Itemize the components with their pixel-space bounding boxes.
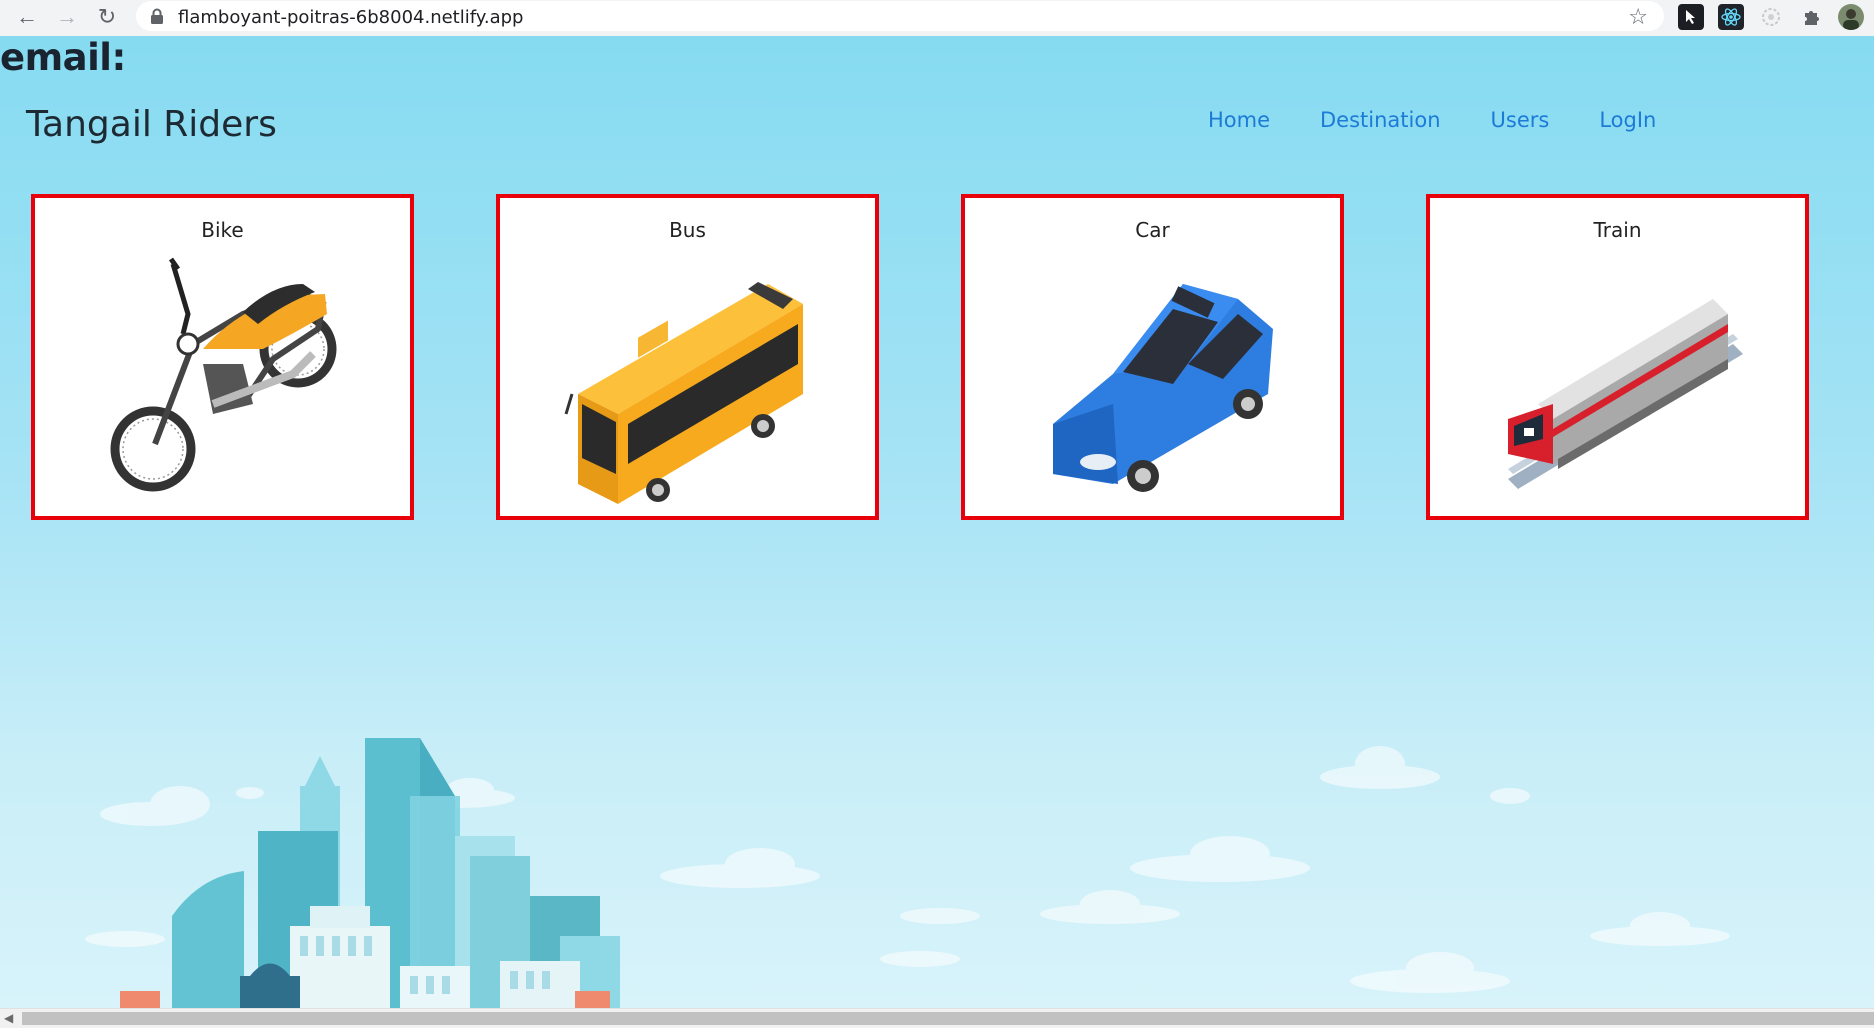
vehicle-card-bus[interactable]: Bus — [496, 194, 879, 520]
nav-home-link[interactable]: Home — [1208, 108, 1270, 132]
back-arrow-icon[interactable]: ← — [12, 2, 42, 32]
horizontal-scrollbar[interactable]: ◀ — [0, 1008, 1874, 1028]
train-icon — [1507, 299, 1743, 489]
top-nav: Home Destination Users LogIn — [1208, 108, 1656, 132]
nav-destination-link[interactable]: Destination — [1320, 108, 1441, 132]
nav-login-link[interactable]: LogIn — [1599, 108, 1656, 132]
reload-icon[interactable]: ↻ — [92, 2, 122, 32]
vehicle-card-label: Train — [1593, 218, 1642, 242]
extension-cursor-icon[interactable] — [1678, 4, 1704, 30]
vehicle-card-label: Car — [1135, 218, 1170, 242]
city-skyline-illustration — [85, 738, 1730, 1008]
vehicle-card-bike[interactable]: Bike — [31, 194, 414, 520]
vehicle-card-train[interactable]: Train — [1426, 194, 1809, 520]
scroll-left-arrow-icon[interactable]: ◀ — [4, 1011, 13, 1025]
profile-avatar[interactable] — [1838, 4, 1864, 30]
forward-arrow-icon[interactable]: → — [52, 2, 82, 32]
lock-icon — [151, 8, 163, 24]
bus-icon — [564, 282, 803, 504]
scrollbar-thumb[interactable] — [22, 1012, 1874, 1025]
page-body: email: Tangail Riders Home Destination U… — [0, 36, 1874, 1008]
bookmark-star-icon[interactable]: ☆ — [1628, 4, 1648, 30]
vehicle-card-label: Bus — [669, 218, 706, 242]
address-bar[interactable]: flamboyant-poitras-6b8004.netlify.app ☆ — [136, 1, 1664, 31]
vehicle-card-car[interactable]: Car — [961, 194, 1344, 520]
browser-toolbar: ← → ↻ flamboyant-poitras-6b8004.netlify.… — [0, 0, 1874, 37]
react-devtools-icon[interactable] — [1718, 4, 1744, 30]
nav-users-link[interactable]: Users — [1491, 108, 1550, 132]
vehicle-card-label: Bike — [201, 218, 244, 242]
extension-circle-icon[interactable] — [1758, 4, 1784, 30]
url-text: flamboyant-poitras-6b8004.netlify.app — [178, 7, 524, 28]
brand-title[interactable]: Tangail Riders — [26, 104, 277, 145]
motorcycle-icon — [110, 257, 336, 492]
extensions-puzzle-icon[interactable] — [1798, 4, 1824, 30]
email-label: email: — [0, 36, 126, 79]
car-icon — [1052, 284, 1273, 492]
